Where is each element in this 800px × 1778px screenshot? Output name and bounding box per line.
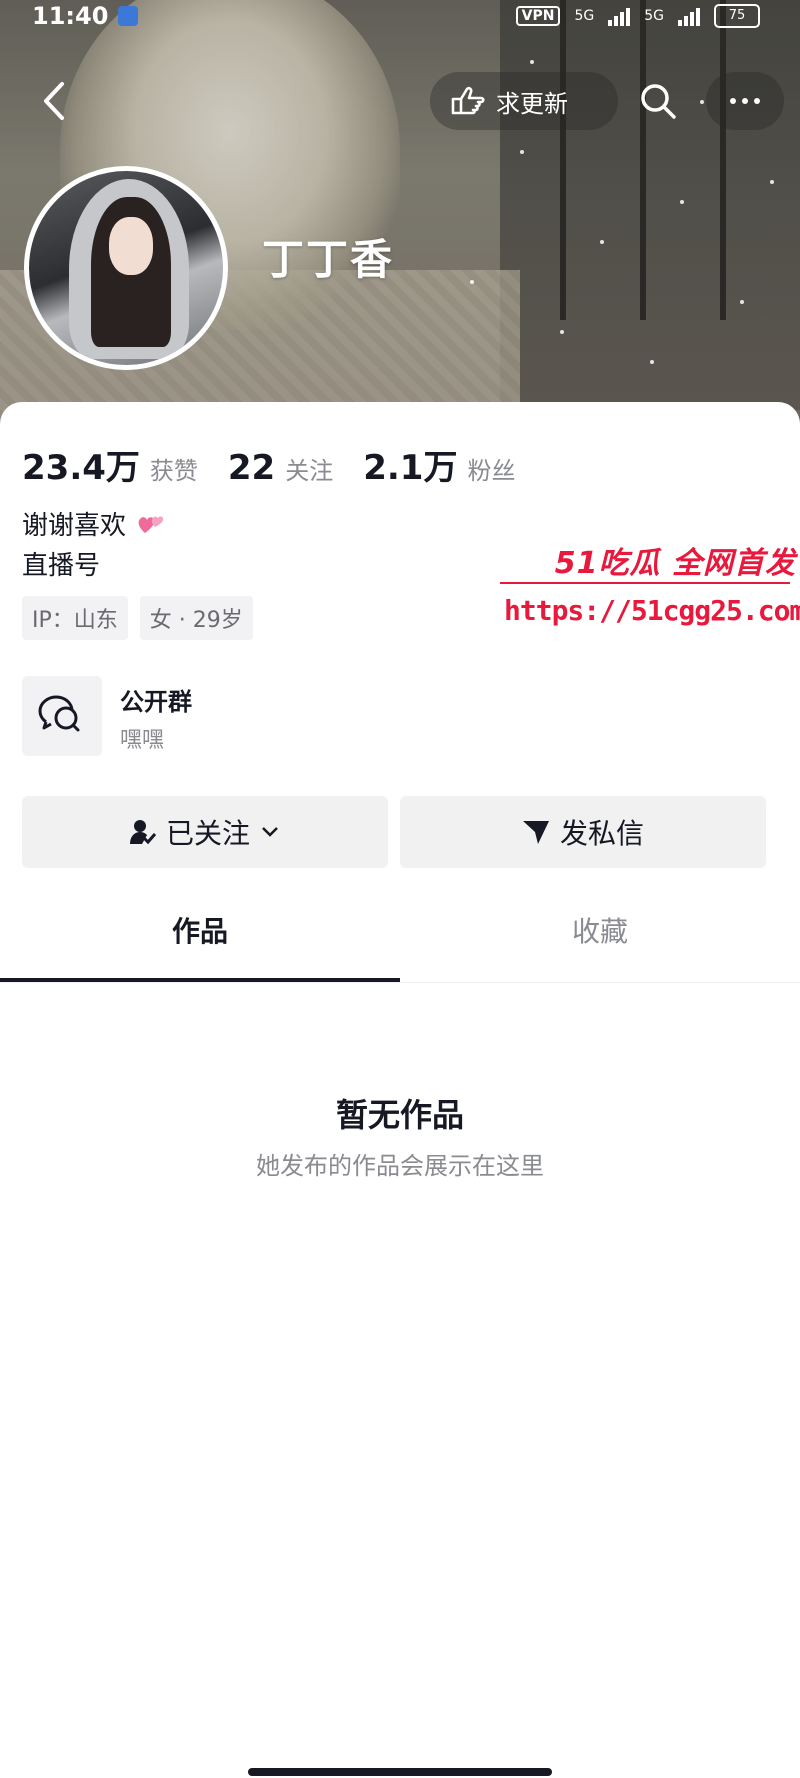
net-label-1: 5G	[574, 8, 595, 24]
net-label-2: 5G	[644, 8, 664, 24]
stat-following-label: 关注	[285, 457, 334, 485]
battery-icon: 75	[714, 4, 760, 28]
profile-bio: 谢谢喜欢 直播号	[22, 506, 166, 586]
followed-label: 已关注	[165, 817, 250, 850]
more-button[interactable]	[706, 72, 784, 130]
vpn-indicator: VPN	[515, 6, 561, 26]
group-subtitle: 嘿嘿	[120, 728, 165, 753]
profile-nickname: 丁丁香	[262, 235, 395, 284]
message-label: 发私信	[559, 817, 644, 850]
group-chat-icon	[22, 676, 102, 756]
stat-followers-number: 2.1万	[363, 448, 458, 488]
chevron-down-icon	[262, 827, 278, 837]
stat-likes-label: 获赞	[149, 457, 198, 485]
user-check-icon	[129, 820, 156, 845]
stat-following[interactable]: 22 关注	[228, 448, 333, 488]
profile-tags: IP：山东 女 · 29岁	[22, 596, 253, 640]
empty-state-subtitle: 她发布的作品会展示在这里	[256, 1152, 544, 1180]
ip-tag: IP：山东	[22, 596, 128, 640]
more-dots-icon	[730, 98, 736, 104]
avatar[interactable]	[24, 166, 228, 370]
profile-tabs: 作品 收藏	[0, 902, 800, 983]
status-time: 11:40	[32, 2, 109, 30]
tab-favorites[interactable]: 收藏	[400, 902, 800, 982]
stat-followers-label: 粉丝	[467, 457, 516, 485]
request-update-button[interactable]: 求更新	[430, 72, 618, 130]
bio-line-2: 直播号	[22, 551, 101, 581]
stat-following-number: 22	[227, 448, 276, 488]
watermark-brand: 51吃瓜 全网首发	[554, 546, 796, 581]
profile-stats: 23.4万 获赞 22 关注 2.1万 粉丝	[22, 440, 545, 489]
home-indicator[interactable]	[248, 1768, 552, 1776]
search-button[interactable]	[636, 76, 680, 128]
message-button[interactable]: 发私信	[400, 796, 766, 868]
watermark-url: https://51cgg25.com	[504, 594, 800, 627]
back-button[interactable]	[36, 78, 72, 124]
watermark: 51吃瓜 全网首发 https://51cgg25.com	[500, 538, 800, 638]
gender-age-tag: 女 · 29岁	[139, 596, 253, 640]
signal-icon-2	[678, 6, 700, 26]
request-update-label: 求更新	[496, 89, 568, 118]
followed-button[interactable]: 已关注	[22, 796, 388, 868]
stat-likes-number: 23.4万	[22, 448, 140, 488]
chevron-left-icon	[44, 82, 64, 120]
app-notification-icon	[118, 6, 138, 26]
active-tab-indicator	[0, 978, 400, 982]
group-title: 公开群	[120, 688, 192, 716]
bio-line-1: 谢谢喜欢	[22, 511, 127, 541]
signal-icon	[608, 6, 631, 26]
tab-works[interactable]: 作品	[0, 902, 400, 982]
pointing-hand-icon	[451, 86, 485, 115]
empty-state-title: 暂无作品	[335, 1096, 464, 1134]
public-group-entry[interactable]: 公开群 嘿嘿	[22, 676, 522, 756]
stat-followers[interactable]: 2.1万 粉丝	[363, 440, 515, 489]
search-icon	[641, 84, 676, 119]
status-bar: 11:40 VPN 5G 5G 75	[0, 0, 800, 34]
two-hearts-icon	[136, 509, 166, 535]
paper-plane-icon	[522, 821, 549, 844]
stat-likes[interactable]: 23.4万 获赞	[22, 440, 198, 489]
